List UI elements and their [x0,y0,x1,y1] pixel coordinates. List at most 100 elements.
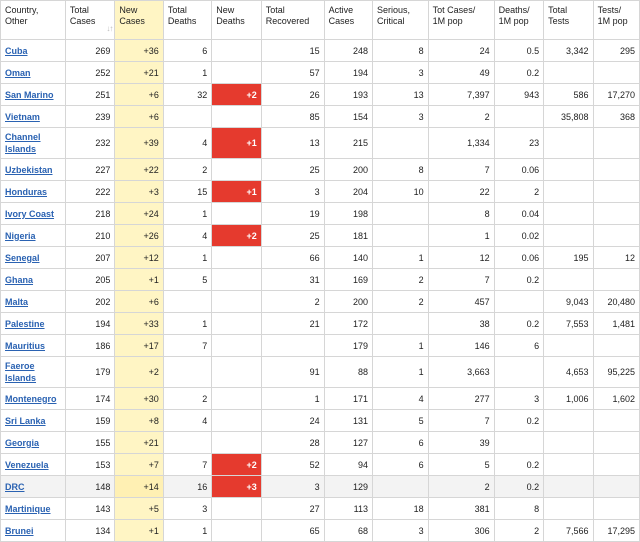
active-cases-cell: 131 [323,409,374,432]
total-tests-cell [543,409,594,432]
country-link[interactable]: Oman [5,68,31,78]
header-deaths-per-million[interactable]: Deaths/ 1M pop [493,0,545,40]
total-cases-cell: 251 [64,83,116,106]
country-link[interactable]: Honduras [5,187,47,197]
total-deaths-cell: 1 [162,519,213,542]
deaths-per-million-cell: 0.2 [493,268,545,291]
cases-per-million-cell: 12 [427,246,495,269]
total-deaths-cell [162,431,213,454]
country-link[interactable]: Uzbekistan [5,165,53,175]
new-cases-cell: +6 [114,105,164,128]
deaths-per-million-cell: 0.06 [493,246,545,269]
total-recovered-cell: 24 [260,409,325,432]
total-tests-cell [543,475,594,498]
active-cases-cell: 171 [323,387,374,410]
total-deaths-cell: 2 [162,158,213,181]
country-link[interactable]: Sri Lanka [5,416,46,426]
country-cell: Malta [0,290,66,313]
country-link[interactable]: Cuba [5,46,28,56]
total-deaths-cell: 7 [162,334,213,357]
country-link[interactable]: Channel Islands [5,132,41,154]
total-cases-cell: 179 [64,356,116,388]
header-tests-per-million[interactable]: Tests/ 1M pop [592,0,640,40]
country-link[interactable]: DRC [5,482,25,492]
total-tests-cell [543,268,594,291]
total-deaths-cell: 4 [162,224,213,247]
header-total-tests[interactable]: Total Tests [543,0,594,40]
tests-per-million-cell: 12 [592,246,640,269]
tests-per-million-cell [592,268,640,291]
total-deaths-cell: 1 [162,312,213,335]
new-cases-cell: +33 [114,312,164,335]
new-cases-cell: +6 [114,290,164,313]
header-serious-critical[interactable]: Serious, Critical [372,0,429,40]
country-link[interactable]: Georgia [5,438,39,448]
country-cell: DRC [0,475,66,498]
new-cases-cell: +2 [114,356,164,388]
header-new-deaths[interactable]: New Deaths [211,0,262,40]
total-cases-cell: 239 [64,105,116,128]
serious-critical-cell: 3 [372,105,429,128]
table-body: Cuba 269 +36 6 15 248 8 24 0.5 3,342 295 Oman 252 +21… [0,39,640,542]
serious-critical-cell: 13 [372,83,429,106]
total-cases-cell: 252 [64,61,116,84]
active-cases-cell: 94 [323,453,374,476]
header-total-cases[interactable]: Total Cases ↓↑ [64,0,116,40]
total-cases-cell: 134 [64,519,116,542]
active-cases-cell: 198 [323,202,374,225]
country-link[interactable]: Mauritius [5,341,45,351]
tests-per-million-cell [592,475,640,498]
country-link[interactable]: Ghana [5,275,33,285]
country-link[interactable]: Montenegro [5,394,57,404]
deaths-per-million-cell: 0.2 [493,475,545,498]
table-row: Ghana 205 +1 5 31 169 2 7 0.2 [0,268,640,291]
active-cases-cell: 248 [323,39,374,62]
country-link[interactable]: San Marino [5,90,54,100]
total-recovered-cell: 31 [260,268,325,291]
table-row: Cuba 269 +36 6 15 248 8 24 0.5 3,342 295 [0,39,640,62]
country-link[interactable]: Malta [5,297,28,307]
total-tests-cell [543,127,594,159]
deaths-per-million-cell: 943 [493,83,545,106]
serious-critical-cell: 2 [372,290,429,313]
total-recovered-cell: 26 [260,83,325,106]
serious-critical-cell [372,202,429,225]
header-new-cases[interactable]: New Cases [114,0,164,40]
cases-per-million-cell: 49 [427,61,495,84]
tests-per-million-cell [592,409,640,432]
table-row: Sri Lanka 159 +8 4 24 131 5 7 0.2 [0,409,640,432]
tests-per-million-cell [592,158,640,181]
total-tests-cell [543,61,594,84]
tests-per-million-cell: 368 [592,105,640,128]
country-link[interactable]: Palestine [5,319,45,329]
new-deaths-cell [211,39,262,62]
country-link[interactable]: Ivory Coast [5,209,54,219]
country-link[interactable]: Faeroe Islands [5,361,36,383]
header-total-recovered[interactable]: Total Recovered [260,0,325,40]
new-cases-cell: +17 [114,334,164,357]
country-link[interactable]: Martinique [5,504,51,514]
new-cases-cell: +24 [114,202,164,225]
country-link[interactable]: Venezuela [5,460,49,470]
header-cases-per-million[interactable]: Tot Cases/ 1M pop [427,0,495,40]
header-active-cases[interactable]: Active Cases [323,0,374,40]
tests-per-million-cell [592,224,640,247]
country-link[interactable]: Senegal [5,253,40,263]
cases-per-million-cell: 1,334 [427,127,495,159]
country-link[interactable]: Nigeria [5,231,36,241]
serious-critical-cell: 8 [372,158,429,181]
country-link[interactable]: Vietnam [5,112,40,122]
cases-per-million-cell: 2 [427,105,495,128]
header-total-deaths[interactable]: Total Deaths [162,0,213,40]
total-recovered-cell: 28 [260,431,325,454]
new-deaths-cell [211,105,262,128]
table-row: Honduras 222 +3 15 +1 3 204 10 22 2 [0,180,640,203]
country-link[interactable]: Brunei [5,526,34,536]
tests-per-million-cell: 295 [592,39,640,62]
serious-critical-cell [372,224,429,247]
total-cases-cell: 205 [64,268,116,291]
header-country[interactable]: Country, Other [0,0,66,40]
serious-critical-cell: 1 [372,334,429,357]
table-row: Channel Islands 232 +39 4 +1 13 215 1,334 23 [0,127,640,159]
active-cases-cell: 181 [323,224,374,247]
